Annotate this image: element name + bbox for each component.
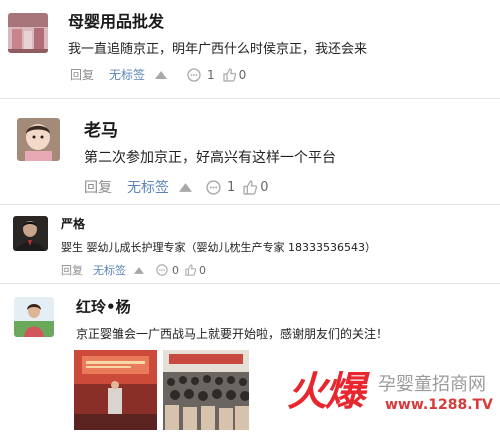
- avatar[interactable]: [17, 118, 60, 161]
- triangle-up-icon[interactable]: [179, 182, 192, 192]
- tag-link[interactable]: 无标签: [127, 177, 169, 197]
- comment-item: 严格 婴生 婴幼儿成长护理专家（婴幼儿枕生产专家 18333536543） 回复…: [0, 205, 500, 283]
- comment-author[interactable]: 严格: [61, 215, 85, 232]
- tag-link[interactable]: 无标签: [93, 262, 126, 278]
- like-count: 0: [238, 67, 247, 82]
- thumbs-up-icon[interactable]: [185, 264, 196, 276]
- comment-text: 第二次参加京正，好高兴有这样一个平台: [84, 150, 336, 166]
- like-count: 0: [199, 263, 206, 277]
- comment-actions: 回复 无标签 1 0: [70, 66, 246, 83]
- comment-count: 0: [172, 263, 179, 277]
- avatar[interactable]: [13, 216, 48, 251]
- comment-item: 母婴用品批发 我一直追随京正，明年广西什么时侯京正，我还会来 回复 无标签 1 …: [0, 0, 500, 98]
- comment-count: 1: [207, 67, 215, 82]
- comment-text: 我一直追随京正，明年广西什么时侯京正，我还会来: [68, 42, 368, 57]
- comment-bubble-icon[interactable]: [156, 264, 168, 276]
- avatar[interactable]: [14, 297, 54, 337]
- reply-button[interactable]: 回复: [61, 262, 83, 278]
- comment-author[interactable]: 红玲•杨: [76, 296, 131, 317]
- comment-actions: 回复 无标签 0 0: [61, 262, 206, 278]
- comment-actions: 回复 无标签 1 0: [84, 177, 269, 197]
- comment-count: 1: [227, 179, 236, 195]
- watermark-site-name: 孕婴童招商网: [378, 374, 486, 395]
- like-count: 0: [260, 179, 269, 195]
- comment-bubble-icon[interactable]: [187, 67, 201, 82]
- comment-item: 老马 第二次参加京正，好高兴有这样一个平台 回复 无标签 1 0: [0, 99, 500, 204]
- event-photo[interactable]: [163, 350, 249, 430]
- triangle-up-icon[interactable]: [134, 266, 144, 274]
- comment-text: 婴生 婴幼儿成长护理专家（婴幼儿枕生产专家 18333536543）: [61, 241, 376, 254]
- reply-button[interactable]: 回复: [84, 177, 112, 197]
- comment-author[interactable]: 老马: [84, 116, 118, 141]
- comment-bubble-icon[interactable]: [206, 179, 221, 195]
- watermark-url: www.1288.TV: [385, 397, 493, 413]
- comment-item: 红玲•杨 京正婴雏会一广西战马上就要开始啦，感谢朋友们的关注！ 火爆 孕婴童招商…: [0, 284, 500, 435]
- avatar[interactable]: [8, 13, 48, 53]
- comment-author[interactable]: 母婴用品批发: [68, 8, 164, 32]
- event-photo[interactable]: [74, 350, 157, 430]
- tag-link[interactable]: 无标签: [109, 66, 145, 83]
- comment-text: 京正婴雏会一广西战马上就要开始啦，感谢朋友们的关注！: [76, 327, 389, 341]
- triangle-up-icon[interactable]: [155, 70, 168, 79]
- thumbs-up-icon[interactable]: [223, 67, 236, 82]
- watermark-brand: 火爆: [287, 369, 365, 415]
- reply-button[interactable]: 回复: [70, 66, 94, 83]
- thumbs-up-icon[interactable]: [243, 179, 258, 195]
